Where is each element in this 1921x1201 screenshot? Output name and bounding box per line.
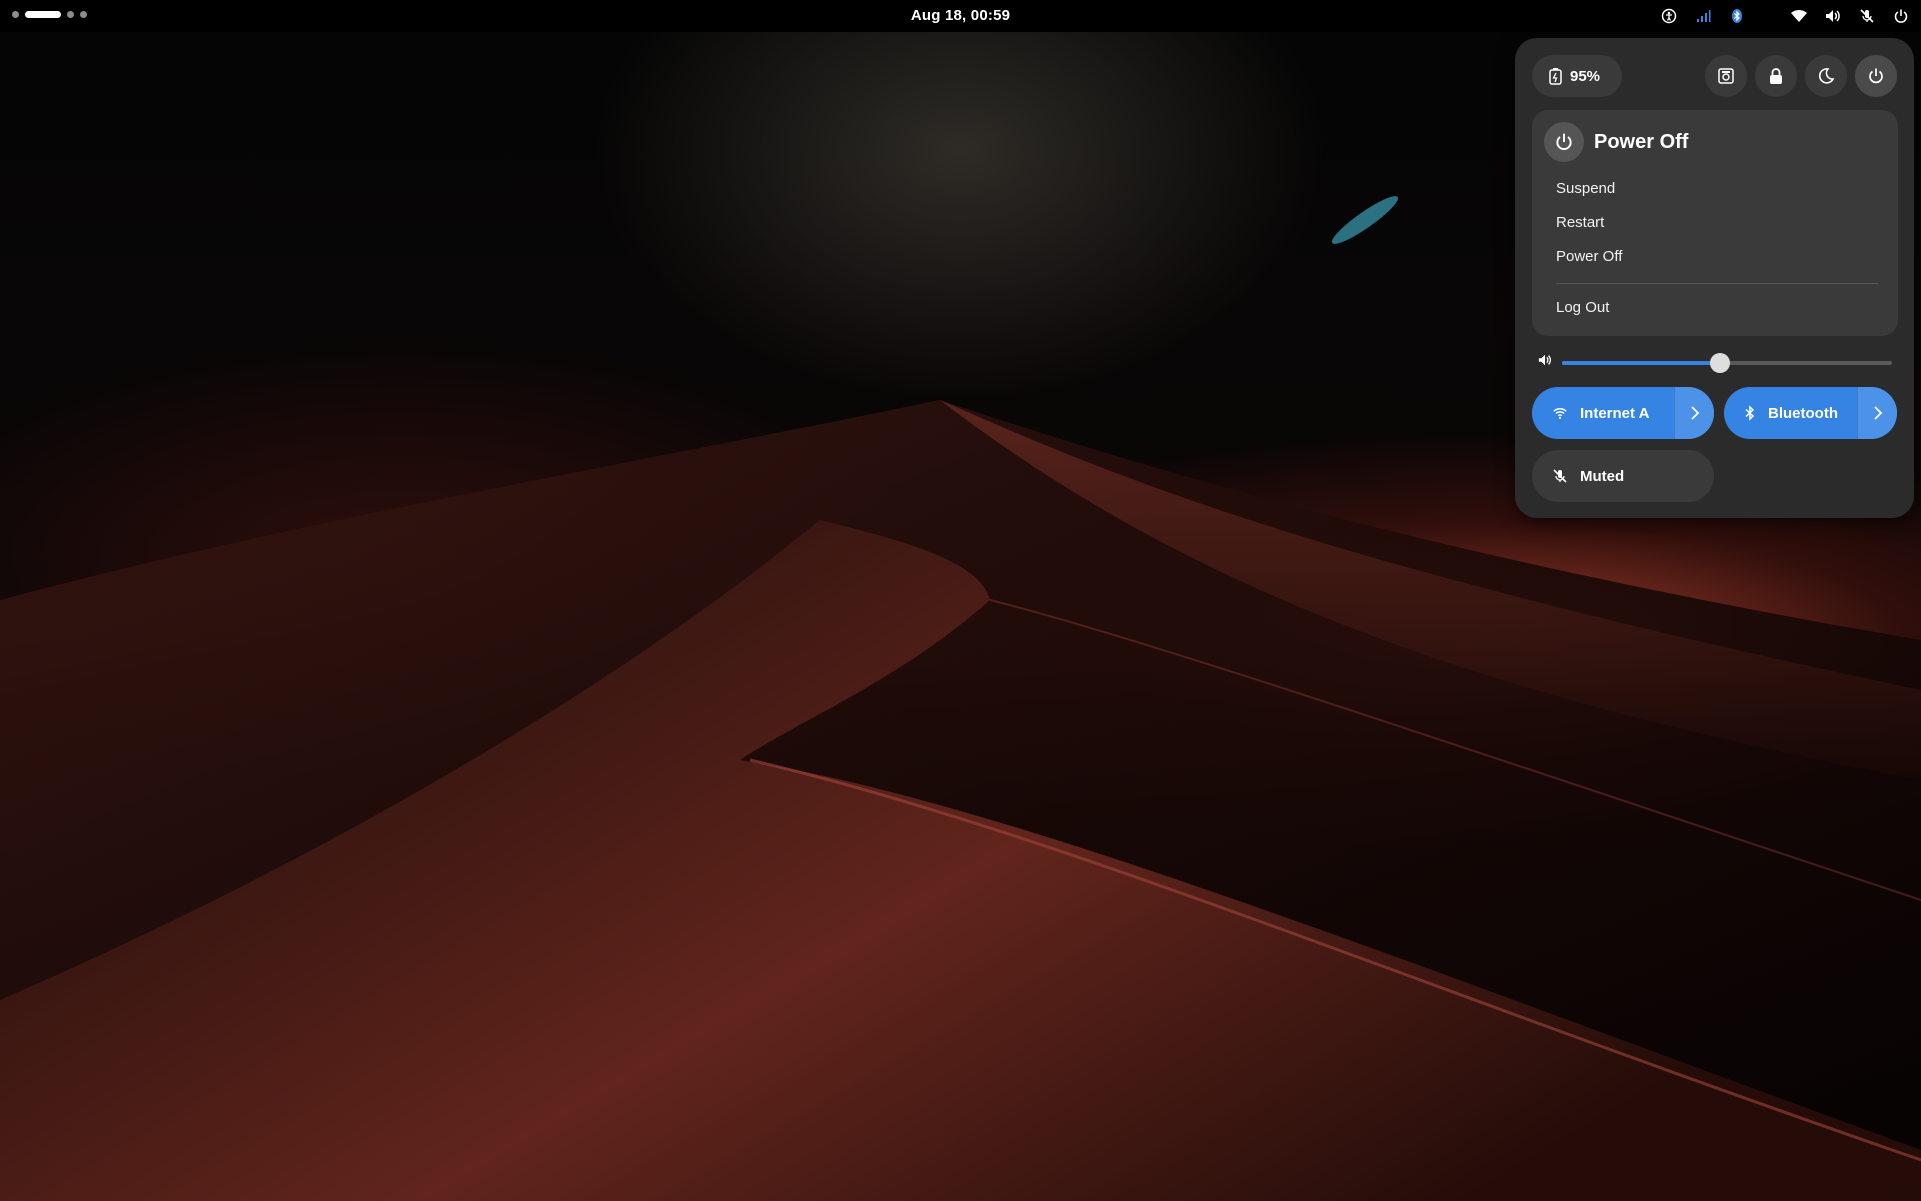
- quick-settings-panel: 95% Power Off Suspend Restart Power Off …: [1515, 38, 1914, 518]
- wifi-icon: [1553, 408, 1567, 419]
- menu-item-power-off[interactable]: Power Off: [1556, 248, 1622, 265]
- wifi-toggle[interactable]: Internet A: [1532, 387, 1714, 439]
- wifi-toggle-main[interactable]: Internet A: [1532, 387, 1649, 439]
- menu-item-suspend[interactable]: Suspend: [1556, 180, 1615, 197]
- mic-toggle[interactable]: Muted: [1532, 450, 1714, 502]
- top-bar: Aug 18, 00:59: [0, 0, 1921, 32]
- bluetooth-toggle-main[interactable]: Bluetooth: [1724, 387, 1838, 439]
- mic-muted-icon: [1553, 469, 1567, 483]
- lock-icon: [1770, 68, 1782, 84]
- chevron-right-icon: [1690, 406, 1699, 420]
- mic-toggle-main[interactable]: Muted: [1532, 450, 1624, 502]
- volume-slider-fill: [1562, 361, 1721, 365]
- menu-separator: [1556, 283, 1878, 284]
- battery-icon: [1549, 68, 1562, 85]
- mic-toggle-label: Muted: [1580, 467, 1625, 485]
- menu-item-restart[interactable]: Restart: [1556, 214, 1604, 231]
- system-tray[interactable]: [1659, 6, 1911, 26]
- bluetooth-toggle-label: Bluetooth: [1768, 404, 1838, 422]
- menu-item-log-out[interactable]: Log Out: [1556, 299, 1609, 316]
- volume-icon: [1537, 353, 1553, 372]
- wifi-toggle-label: Internet A: [1580, 404, 1650, 422]
- power-menu-button[interactable]: [1855, 55, 1897, 97]
- signal-icon[interactable]: [1693, 6, 1713, 26]
- wifi-icon[interactable]: [1789, 6, 1809, 26]
- power-icon: [1544, 122, 1584, 162]
- clock[interactable]: Aug 18, 00:59: [0, 7, 1921, 24]
- power-icon: [1869, 68, 1883, 84]
- battery-button[interactable]: 95%: [1532, 55, 1622, 97]
- power-menu: Power Off Suspend Restart Power Off Log …: [1532, 110, 1898, 336]
- screenshot-button[interactable]: [1705, 55, 1747, 97]
- volume-slider-handle[interactable]: [1710, 353, 1731, 373]
- volume-icon[interactable]: [1823, 6, 1843, 26]
- bluetooth-menu-arrow[interactable]: [1857, 387, 1897, 439]
- chevron-right-icon: [1873, 406, 1882, 420]
- night-light-icon: [1818, 68, 1835, 84]
- power-menu-header: Power Off: [1544, 122, 1688, 162]
- mic-muted-icon[interactable]: [1857, 6, 1877, 26]
- power-menu-title: Power Off: [1594, 130, 1689, 153]
- power-icon[interactable]: [1891, 6, 1911, 26]
- wifi-menu-arrow[interactable]: [1674, 387, 1714, 439]
- battery-percentage: 95%: [1570, 67, 1601, 85]
- screenshot-icon: [1718, 68, 1734, 84]
- lock-button[interactable]: [1755, 55, 1797, 97]
- accessibility-icon[interactable]: [1659, 6, 1679, 26]
- bluetooth-icon[interactable]: [1727, 6, 1747, 26]
- volume-slider[interactable]: [1562, 353, 1892, 373]
- night-light-button[interactable]: [1805, 55, 1847, 97]
- bluetooth-icon: [1745, 405, 1755, 421]
- bluetooth-toggle[interactable]: Bluetooth: [1724, 387, 1897, 439]
